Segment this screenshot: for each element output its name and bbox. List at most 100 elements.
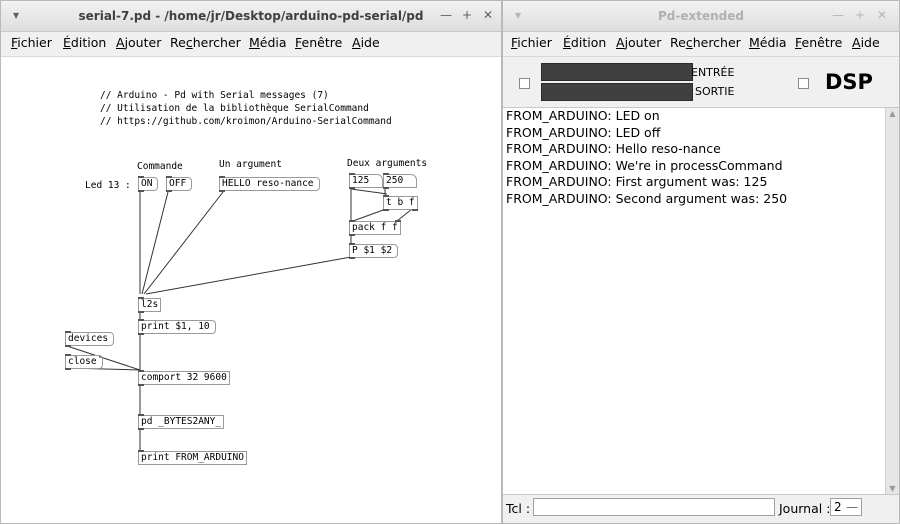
menu-fenetre[interactable]: Fenêtre [295, 35, 342, 50]
connection-off-l2s [141, 191, 169, 295]
number-box-125[interactable]: 125 [349, 173, 383, 189]
patch-window-title: serial-7.pd - /home/jr/Desktop/arduino-p… [78, 9, 424, 23]
inlet[interactable] [65, 331, 71, 333]
message-devices[interactable]: devices [65, 331, 115, 347]
number-box-125-text: 125 [352, 175, 370, 186]
tcl-input[interactable] [533, 498, 775, 516]
maximize-icon[interactable]: + [460, 8, 474, 22]
outlet[interactable] [349, 257, 355, 259]
output-level-meter [541, 83, 693, 101]
inlet[interactable] [65, 354, 71, 356]
outlet[interactable] [138, 311, 144, 313]
outlet[interactable] [138, 428, 144, 430]
object-bytes2any[interactable]: pd _BYTES2ANY_ [138, 414, 225, 430]
audio-io-checkbox[interactable] [519, 78, 530, 89]
inlet[interactable] [394, 220, 401, 222]
message-devices-text: devices [68, 333, 109, 344]
minimize-icon[interactable]: — [439, 8, 453, 22]
object-comport[interactable]: comport 32 9600 [138, 370, 230, 386]
menu-ajouter[interactable]: Ajouter [616, 35, 661, 50]
menu-fichier[interactable]: Fichier [11, 35, 52, 50]
tcl-label: Tcl : [506, 501, 531, 516]
object-l2s[interactable]: l2s [138, 297, 162, 313]
inlet[interactable] [349, 173, 355, 175]
inlet[interactable] [349, 220, 355, 222]
outlet[interactable] [383, 209, 389, 211]
message-p[interactable]: P $1 $2 [349, 243, 399, 259]
journal-label: Journal : [779, 501, 831, 516]
object-trigger-text: t b f [386, 197, 415, 208]
menu-edition[interactable]: Édition [63, 35, 106, 50]
outlet[interactable] [219, 190, 225, 192]
message-hello[interactable]: HELLO reso-nance [219, 176, 320, 192]
menu-fenetre[interactable]: Fenêtre [795, 35, 842, 50]
close-icon[interactable]: ✕ [481, 8, 495, 22]
console-line: FROM_ARDUINO: Hello reso-nance [506, 141, 721, 156]
inlet[interactable] [219, 176, 225, 178]
message-print[interactable]: print $1, 10 [138, 319, 216, 335]
message-close-text: close [68, 356, 97, 367]
menu-aide[interactable]: Aide [852, 35, 880, 50]
dsp-checkbox[interactable] [798, 78, 809, 89]
object-bytes2any-text: pd _BYTES2ANY_ [141, 416, 222, 427]
object-pack[interactable]: pack f f [349, 220, 401, 236]
message-off[interactable]: OFF [166, 176, 193, 192]
inlet[interactable] [138, 370, 144, 372]
maximize-icon[interactable]: + [853, 8, 867, 22]
menu-rechercher[interactable]: Rechercher [170, 35, 241, 50]
console-menubar: Fichier Édition Ajouter Rechercher Média… [503, 32, 899, 57]
inlet[interactable] [138, 450, 144, 452]
console-scrollbar[interactable]: ▲ ▼ [885, 108, 899, 495]
inlet[interactable] [349, 243, 355, 245]
menu-rechercher[interactable]: Rechercher [670, 35, 741, 50]
minimize-icon[interactable]: — [831, 8, 845, 22]
console-output[interactable]: FROM_ARDUINO: LED on FROM_ARDUINO: LED o… [503, 108, 885, 495]
menu-edition[interactable]: Édition [563, 35, 606, 50]
journal-level-select[interactable]: 2— [830, 498, 862, 516]
menu-media[interactable]: Média [749, 35, 787, 50]
inlet[interactable] [138, 297, 144, 299]
console-titlebar[interactable]: ▾ Pd-extended — + ✕ [503, 1, 899, 32]
message-on[interactable]: ON [138, 176, 160, 192]
input-level-meter [541, 63, 693, 81]
outlet[interactable] [349, 234, 355, 236]
message-off-text: OFF [169, 178, 187, 189]
object-print-arduino[interactable]: print FROM_ARDUINO [138, 450, 247, 465]
menu-media[interactable]: Média [249, 35, 287, 50]
connection-125-tbf [350, 188, 388, 195]
patch-titlebar[interactable]: ▾ serial-7.pd - /home/jr/Desktop/arduino… [1, 1, 501, 32]
outlet[interactable] [65, 368, 71, 370]
connection-p-l2s [145, 256, 352, 295]
inlet[interactable] [138, 414, 144, 416]
object-trigger[interactable]: t b f [383, 195, 418, 211]
menu-ajouter[interactable]: Ajouter [116, 35, 161, 50]
inlet[interactable] [138, 176, 144, 178]
sortie-label: SORTIE [695, 85, 735, 98]
outlet[interactable] [166, 190, 172, 192]
message-close[interactable]: close [65, 354, 103, 370]
tcl-bar: Tcl : Journal : 2— [503, 494, 899, 523]
console-line: FROM_ARDUINO: LED on [506, 108, 660, 123]
outlet[interactable] [349, 187, 355, 189]
inlet[interactable] [383, 173, 389, 175]
menu-fichier[interactable]: Fichier [511, 35, 552, 50]
inlet[interactable] [138, 319, 144, 321]
outlet[interactable] [138, 384, 144, 386]
outlet[interactable] [411, 209, 418, 211]
menu-aide[interactable]: Aide [352, 35, 380, 50]
inlet[interactable] [383, 195, 389, 197]
close-icon[interactable]: ✕ [875, 8, 889, 22]
inlet[interactable] [166, 176, 172, 178]
scroll-up-icon[interactable]: ▲ [886, 108, 899, 120]
patch-canvas[interactable]: // Arduino - Pd with Serial messages (7)… [1, 57, 501, 523]
console-line: FROM_ARDUINO: We're in processCommand [506, 157, 783, 173]
outlet[interactable] [65, 345, 71, 347]
number-box-250[interactable]: 250 [383, 173, 417, 189]
outlet[interactable] [138, 333, 144, 335]
comment-title: // Arduino - Pd with Serial messages (7) [100, 90, 329, 101]
object-comport-text: comport 32 9600 [141, 372, 227, 383]
outlet[interactable] [383, 187, 389, 189]
message-print-text: print $1, 10 [141, 321, 210, 332]
label-led13: Led 13 : [85, 180, 131, 191]
outlet[interactable] [138, 190, 144, 192]
